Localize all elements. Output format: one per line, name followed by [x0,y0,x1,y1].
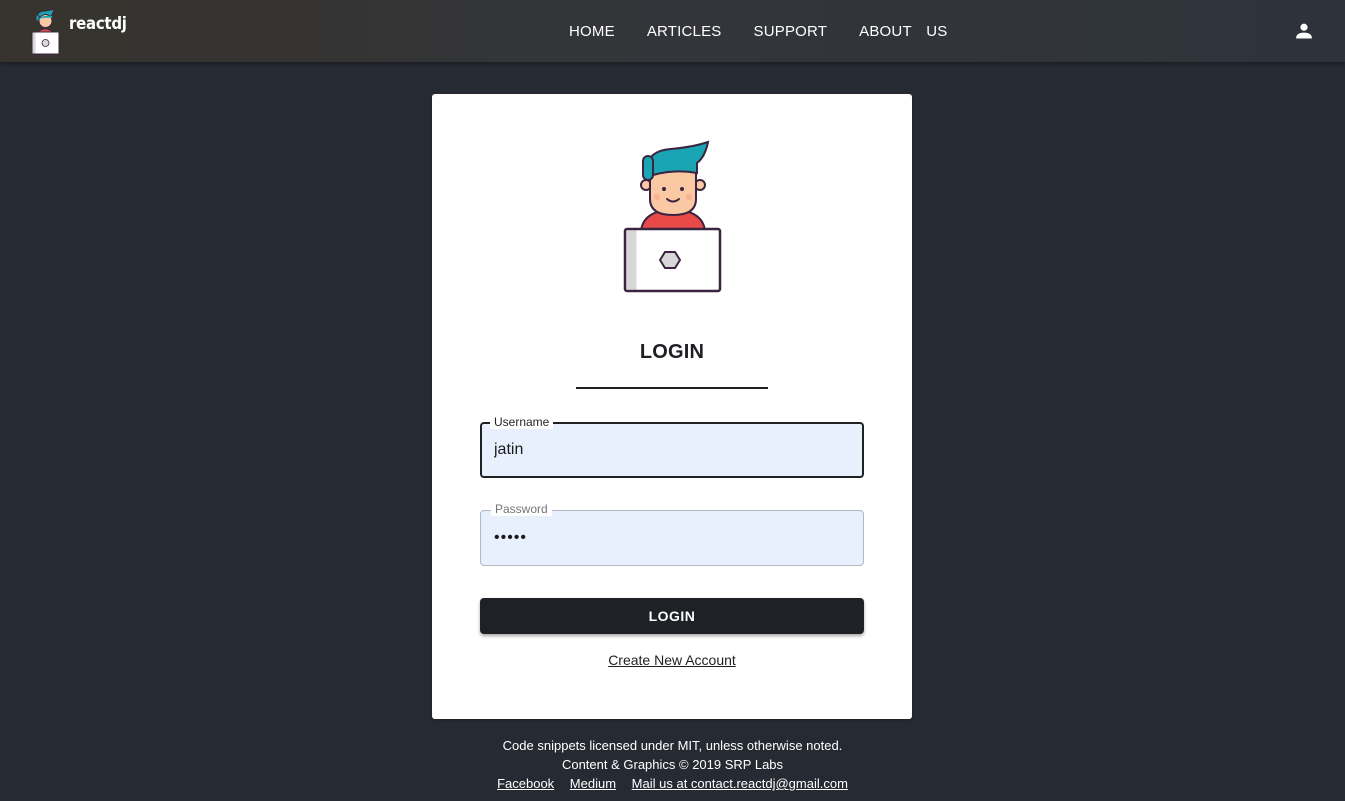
brand-name: reactdj [69,14,127,34]
account-button[interactable] [1287,14,1321,48]
username-input[interactable] [494,424,844,476]
login-card: LOGIN Username Password LOGIN Create New… [432,94,912,719]
nav-articles[interactable]: ARTICLES [633,17,736,46]
main-nav: HOME ARTICLES SUPPORT ABOUT US [555,14,966,48]
nav-support[interactable]: SUPPORT [740,17,842,46]
create-account-link[interactable]: Create New Account [432,652,912,668]
password-field[interactable]: Password [480,502,864,566]
password-input[interactable] [494,511,844,565]
developer-avatar-illustration [623,140,722,293]
brand-home-link[interactable]: reactdj [30,6,135,56]
facebook-link[interactable]: Facebook [497,776,554,791]
login-button[interactable]: LOGIN [480,598,864,634]
developer-logo-icon [31,8,60,55]
login-title: LOGIN [639,341,705,363]
copyright-text: Content & Graphics © 2019 SRP Labs [561,757,784,772]
nav-about-us[interactable]: ABOUT US [845,17,961,46]
account-icon [1296,23,1312,39]
footer-links: Facebook Medium Mail us at contact.react… [0,774,1345,793]
title-divider [576,387,768,389]
top-navbar: reactdj HOME ARTICLES SUPPORT ABOUT US [0,0,1345,62]
mail-link[interactable]: Mail us at contact.reactdj@gmail.com [632,776,848,791]
username-field[interactable]: Username [480,415,864,478]
nav-home[interactable]: HOME [555,17,629,46]
footer: Code snippets licensed under MIT, unless… [0,736,1345,793]
medium-link[interactable]: Medium [570,776,616,791]
license-text: Code snippets licensed under MIT, unless… [502,738,843,753]
